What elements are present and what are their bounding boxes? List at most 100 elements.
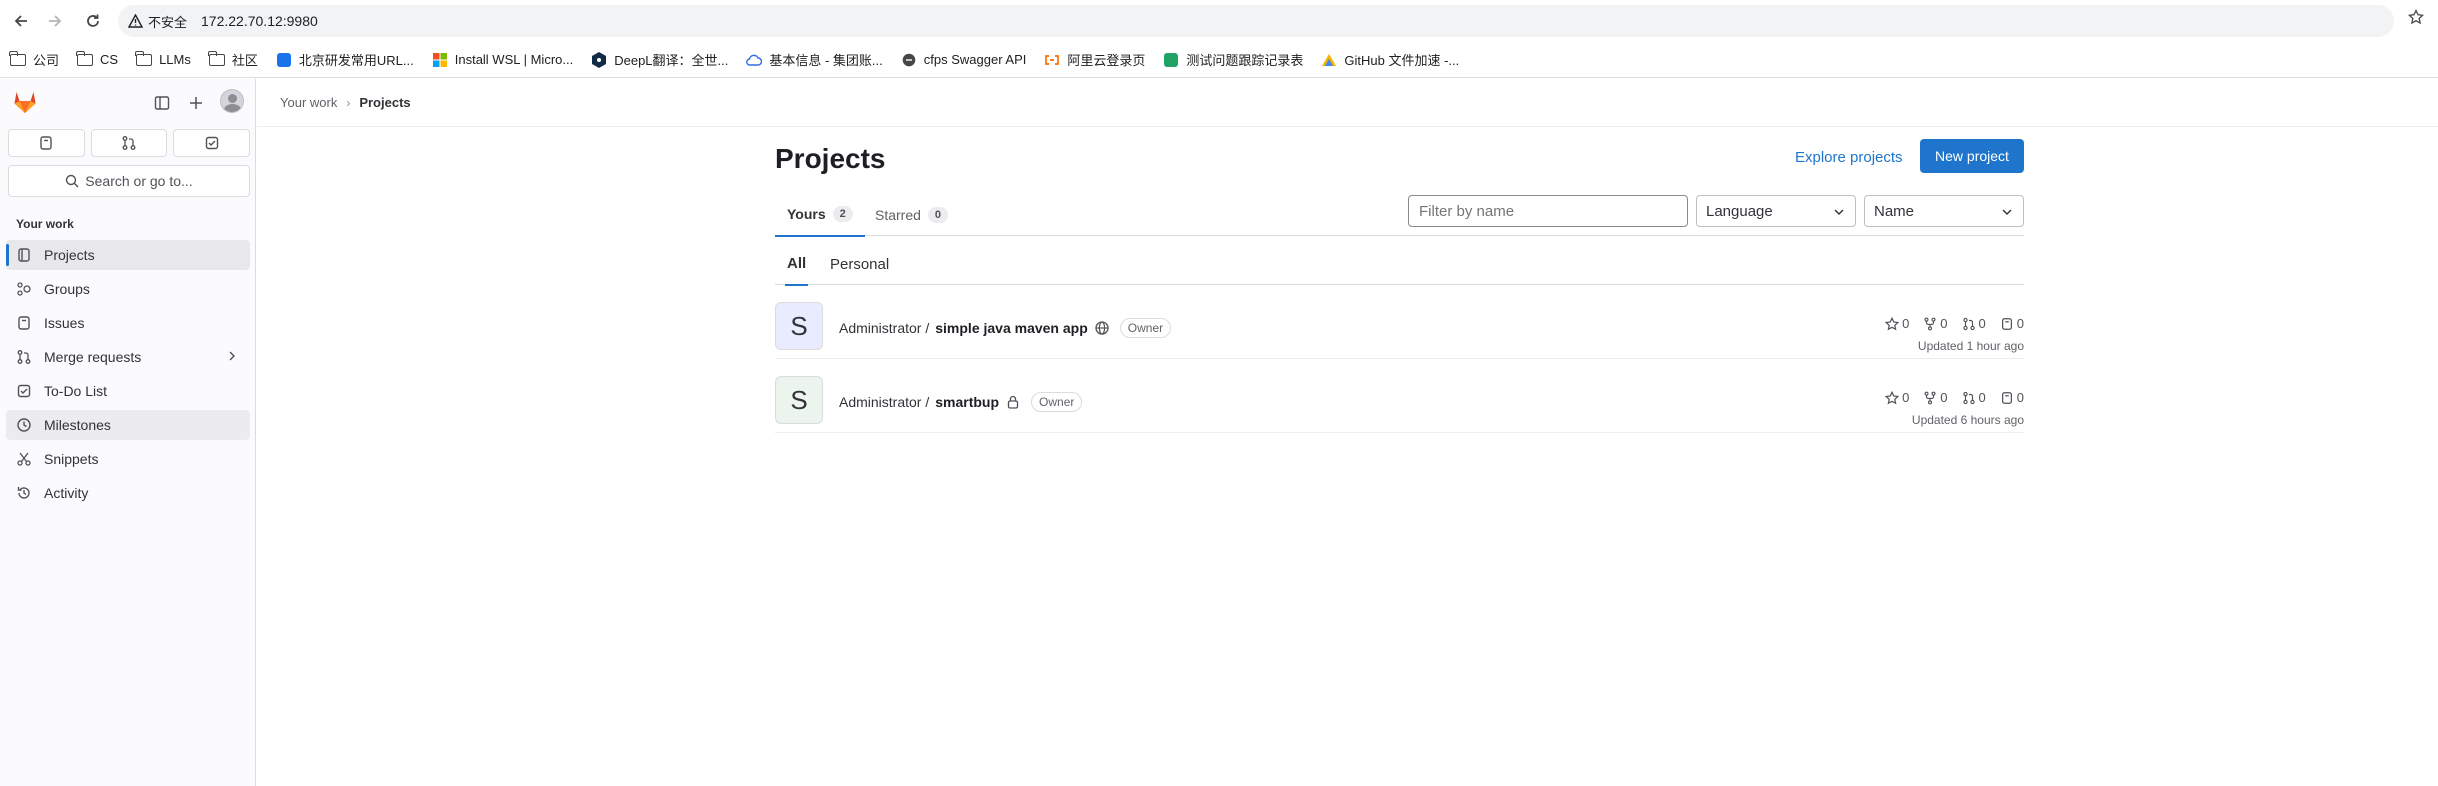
bookmark-label: LLMs bbox=[159, 52, 191, 67]
address-bar[interactable]: 不安全 172.22.70.12:9980 bbox=[118, 5, 2394, 37]
sidebar-item-todo-list[interactable]: To-Do List bbox=[6, 376, 250, 406]
bookmark-label: 测试问题跟踪记录表 bbox=[1186, 53, 1304, 68]
breadcrumb-current[interactable]: Projects bbox=[359, 95, 410, 110]
group-icon bbox=[16, 281, 32, 297]
gitlab-logo-icon[interactable] bbox=[12, 89, 38, 115]
bookmark-label: 阿里云登录页 bbox=[1067, 53, 1146, 68]
search-button[interactable]: Search or go to... bbox=[8, 165, 250, 197]
project-subtabs: All Personal bbox=[775, 243, 2024, 286]
sidebar-item-activity[interactable]: Activity bbox=[6, 478, 250, 508]
sidebar-item-label: Activity bbox=[44, 485, 89, 501]
sidebar-item-label: Issues bbox=[44, 315, 85, 331]
forks-count[interactable]: 0 bbox=[1923, 390, 1948, 405]
tab-starred[interactable]: Starred 0 bbox=[875, 193, 949, 236]
tab-label: Starred bbox=[875, 206, 921, 223]
todo-icon bbox=[16, 383, 32, 399]
bookmark-item[interactable]: 基本信息 - 集团账... bbox=[746, 50, 883, 69]
subtab-all[interactable]: All bbox=[785, 243, 809, 286]
bookmark-item[interactable]: 北京研发常用URL... bbox=[276, 50, 414, 69]
breadcrumb: Your work › Projects bbox=[257, 79, 2438, 127]
list-item[interactable]: S Administrator / simple java maven app … bbox=[775, 286, 2024, 359]
browser-toolbar: 不安全 172.22.70.12:9980 bbox=[0, 0, 2438, 42]
sidebar-item-label: Groups bbox=[44, 281, 90, 297]
project-name[interactable]: simple java maven app bbox=[935, 320, 1088, 336]
issues-icon bbox=[2001, 317, 2012, 330]
todo-icon bbox=[205, 136, 218, 150]
sidebar-item-projects[interactable]: Projects bbox=[6, 240, 250, 270]
sidebar-item-snippets[interactable]: Snippets bbox=[6, 444, 250, 474]
bookmark-item[interactable]: GitHub 文件加速 -... bbox=[1321, 50, 1459, 69]
sidebar-item-groups[interactable]: Groups bbox=[6, 274, 250, 304]
sidebar-item-merge-requests[interactable]: Merge requests bbox=[6, 342, 250, 372]
lock-icon bbox=[1005, 394, 1021, 410]
tab-yours[interactable]: Yours 2 bbox=[775, 193, 865, 237]
reload-icon[interactable] bbox=[76, 4, 110, 38]
filter-by-name-input[interactable] bbox=[1408, 195, 1688, 227]
language-dropdown[interactable]: Language bbox=[1696, 195, 1856, 227]
issues-icon bbox=[40, 136, 53, 150]
page-title: Projects bbox=[775, 143, 886, 174]
bookmark-label: 公司 bbox=[33, 53, 60, 68]
bookmark-item[interactable]: 阿里云登录页 bbox=[1044, 50, 1145, 69]
project-avatar[interactable]: S bbox=[775, 376, 823, 424]
sort-dropdown[interactable]: Name bbox=[1864, 195, 2024, 227]
sidebar-item-issues[interactable]: Issues bbox=[6, 308, 250, 338]
folder-icon bbox=[76, 50, 94, 68]
project-title: Administrator / simple java maven app Ow… bbox=[839, 318, 1172, 338]
project-namespace[interactable]: Administrator / bbox=[839, 320, 929, 336]
project-name[interactable]: smartbup bbox=[935, 394, 999, 410]
fork-icon bbox=[1924, 317, 1936, 330]
bookmark-item[interactable]: Install WSL | Micro... bbox=[432, 52, 573, 68]
bookmark-item[interactable]: LLMs bbox=[135, 50, 191, 68]
sidebar-toggle-icon[interactable] bbox=[150, 91, 174, 115]
bookmark-item[interactable]: 社区 bbox=[208, 50, 258, 69]
folder-icon bbox=[135, 50, 153, 68]
todos-counter-button[interactable] bbox=[173, 129, 251, 157]
project-avatar[interactable]: S bbox=[775, 302, 823, 350]
merge-requests-count[interactable]: 0 bbox=[1962, 316, 1986, 331]
forks-count[interactable]: 0 bbox=[1923, 316, 1948, 331]
issues-counter-button[interactable] bbox=[8, 129, 85, 157]
breadcrumb-parent[interactable]: Your work bbox=[280, 95, 337, 110]
sidebar-item-label: Snippets bbox=[44, 451, 99, 467]
user-counters bbox=[8, 129, 251, 157]
project-stats: 0 0 0 0 bbox=[1885, 390, 2024, 405]
updated-time: Updated 1 hour ago bbox=[1917, 339, 2024, 353]
sidebar-item-milestones[interactable]: Milestones bbox=[6, 410, 250, 440]
user-avatar[interactable] bbox=[220, 89, 244, 113]
issues-count[interactable]: 0 bbox=[2000, 316, 2024, 331]
merge-request-icon bbox=[16, 349, 32, 365]
explore-projects-link[interactable]: Explore projects bbox=[1795, 149, 1903, 166]
deepl-icon bbox=[591, 51, 607, 68]
plus-icon[interactable] bbox=[184, 91, 208, 115]
project-namespace[interactable]: Administrator / bbox=[839, 394, 929, 410]
subtab-personal[interactable]: Personal bbox=[830, 243, 889, 285]
sidebar-item-label: Milestones bbox=[44, 417, 111, 433]
bookmark-item[interactable]: 公司 bbox=[9, 50, 60, 69]
security-chip[interactable]: 不安全 bbox=[128, 12, 197, 31]
back-icon[interactable] bbox=[4, 4, 38, 38]
bookmark-item[interactable]: cfps Swagger API bbox=[901, 52, 1026, 68]
bookmark-item[interactable]: 测试问题跟踪记录表 bbox=[1163, 50, 1303, 69]
bookmark-label: 社区 bbox=[231, 53, 258, 68]
bookmark-item[interactable]: DeepL翻译：全世... bbox=[591, 50, 728, 69]
github-accel-icon bbox=[1321, 52, 1337, 68]
chevron-right-icon[interactable] bbox=[226, 350, 238, 362]
star-icon bbox=[1885, 390, 1900, 404]
issues-count[interactable]: 0 bbox=[2000, 390, 2024, 405]
merge-requests-count[interactable]: 0 bbox=[1962, 390, 1986, 405]
stat-value: 0 bbox=[1940, 390, 1948, 405]
issues-icon bbox=[2001, 391, 2012, 404]
merge-requests-counter-button[interactable] bbox=[90, 129, 168, 157]
stat-value: 0 bbox=[1902, 390, 1910, 405]
url-text[interactable]: 172.22.70.12:9980 bbox=[201, 13, 318, 29]
stars-count[interactable]: 0 bbox=[1885, 316, 1909, 331]
forward-icon[interactable] bbox=[38, 4, 72, 38]
bookmark-item[interactable]: CS bbox=[76, 50, 118, 68]
bookmark-star-icon[interactable] bbox=[2408, 9, 2424, 25]
list-item[interactable]: S Administrator / smartbup Owner 0 0 0 0… bbox=[775, 360, 2024, 433]
security-label: 不安全 bbox=[148, 14, 188, 30]
microsoft-icon bbox=[432, 52, 448, 68]
new-project-button[interactable]: New project bbox=[1920, 139, 2024, 173]
stars-count[interactable]: 0 bbox=[1885, 390, 1909, 405]
